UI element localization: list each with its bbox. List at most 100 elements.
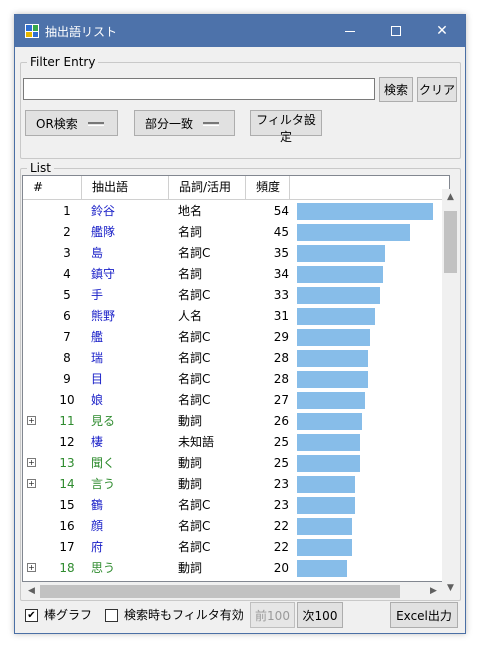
row-word: 艦 xyxy=(91,330,104,344)
column-header-pos[interactable]: 品詞/活用 xyxy=(169,176,246,200)
column-header-word[interactable]: 抽出語 xyxy=(82,176,169,200)
vertical-scroll-thumb[interactable] xyxy=(444,211,457,273)
row-word: 熊野 xyxy=(91,309,116,323)
table-row[interactable]: 15 鶴 名詞C 23 xyxy=(23,495,443,516)
row-word: 思う xyxy=(91,561,116,575)
row-word: 目 xyxy=(91,372,104,386)
horizontal-scroll-thumb[interactable] xyxy=(40,585,400,598)
minimize-icon xyxy=(345,30,355,32)
search-mode-dropdown[interactable]: OR検索 xyxy=(25,110,118,136)
row-pos: 名詞C xyxy=(178,540,211,554)
row-number: 8 xyxy=(63,351,71,365)
scroll-down-icon[interactable]: ▼ xyxy=(442,580,459,597)
row-pos: 名詞C xyxy=(178,393,211,407)
row-frequency: 25 xyxy=(273,435,289,449)
table-row[interactable]: 7 艦 名詞C 29 xyxy=(23,327,443,348)
row-word: 鈴谷 xyxy=(91,204,116,218)
close-button[interactable]: ✕ xyxy=(419,15,465,47)
search-input[interactable] xyxy=(23,78,375,100)
match-mode-label: 部分一致 xyxy=(145,116,194,131)
next-100-button[interactable]: 次100 xyxy=(297,602,343,628)
column-header-frequency[interactable]: 頻度 xyxy=(246,176,290,200)
table-row[interactable]: 2 艦隊 名詞 45 xyxy=(23,222,443,243)
frequency-bar xyxy=(297,245,385,262)
table-row[interactable]: 1 鈴谷 地名 54 xyxy=(23,201,443,222)
table-row[interactable]: 9 目 名詞C 28 xyxy=(23,369,443,390)
expand-plus-icon[interactable]: + xyxy=(27,479,36,488)
clear-button[interactable]: クリア xyxy=(417,77,457,102)
row-number: 7 xyxy=(63,330,71,344)
match-mode-dropdown[interactable]: 部分一致 xyxy=(134,110,235,136)
frequency-bar xyxy=(297,413,362,430)
row-number: 13 xyxy=(59,456,75,470)
row-pos: 動詞 xyxy=(178,456,203,470)
row-word: 娘 xyxy=(91,393,104,407)
table-row[interactable]: +13 聞く 動詞 25 xyxy=(23,453,443,474)
bar-graph-checkbox[interactable]: ✔ 棒グラフ xyxy=(25,607,92,623)
minimize-button[interactable] xyxy=(327,15,373,47)
table-row[interactable]: 10 娘 名詞C 27 xyxy=(23,390,443,411)
row-word: 艦隊 xyxy=(91,225,116,239)
frequency-bar xyxy=(297,560,347,577)
scroll-up-icon[interactable]: ▲ xyxy=(442,189,459,206)
grid-header: # 抽出語 品詞/活用 頻度 xyxy=(23,176,449,200)
filter-on-search-box-icon xyxy=(105,609,118,622)
row-frequency: 33 xyxy=(273,288,289,302)
expand-plus-icon[interactable]: + xyxy=(27,458,36,467)
row-number: 4 xyxy=(63,267,71,281)
bar-graph-label: 棒グラフ xyxy=(44,608,93,622)
frequency-bar xyxy=(297,224,410,241)
row-word: 鎮守 xyxy=(91,267,116,281)
maximize-button[interactable] xyxy=(373,15,419,47)
dropdown-indicator-icon xyxy=(203,122,220,126)
row-frequency: 35 xyxy=(273,246,289,260)
row-number: 3 xyxy=(63,246,71,260)
frequency-bar xyxy=(297,203,433,220)
frequency-bar xyxy=(297,434,360,451)
column-header-number[interactable]: # xyxy=(23,176,82,200)
frequency-bar xyxy=(297,308,375,325)
table-row[interactable]: 5 手 名詞C 33 xyxy=(23,285,443,306)
search-button[interactable]: 検索 xyxy=(379,77,413,102)
vertical-scrollbar[interactable]: ▲ ▼ xyxy=(442,189,459,597)
expand-plus-icon[interactable]: + xyxy=(27,563,36,572)
prev-100-button[interactable]: 前100 xyxy=(250,602,295,628)
app-icon xyxy=(25,24,39,38)
row-word: 府 xyxy=(91,540,104,554)
scroll-right-icon[interactable]: ▶ xyxy=(425,583,442,600)
table-row[interactable]: 3 島 名詞C 35 xyxy=(23,243,443,264)
maximize-icon xyxy=(391,26,401,36)
frequency-bar xyxy=(297,371,368,388)
excel-export-button[interactable]: Excel出力 xyxy=(390,602,458,628)
table-row[interactable]: 4 鎮守 名詞 34 xyxy=(23,264,443,285)
filter-on-search-checkbox[interactable]: 検索時もフィルタ有効 xyxy=(105,607,244,623)
horizontal-scrollbar[interactable]: ◀ ▶ xyxy=(23,583,442,600)
table-row[interactable]: 17 府 名詞C 22 xyxy=(23,537,443,558)
table-row[interactable]: 12 棲 未知語 25 xyxy=(23,432,443,453)
table-row[interactable]: +18 思う 動詞 20 xyxy=(23,558,443,579)
filter-settings-button[interactable]: フィルタ設定 xyxy=(250,110,322,144)
row-pos: 名詞C xyxy=(178,498,211,512)
frequency-bar xyxy=(297,350,368,367)
row-number: 1 xyxy=(63,204,71,218)
list-legend: List xyxy=(30,161,51,175)
table-row[interactable]: +11 見る 動詞 26 xyxy=(23,411,443,432)
window-title: 抽出語リスト xyxy=(45,25,118,39)
frequency-bar xyxy=(297,518,352,535)
row-pos: 名詞C xyxy=(178,246,211,260)
frequency-bar xyxy=(297,539,352,556)
row-frequency: 23 xyxy=(273,498,289,512)
word-list-grid[interactable]: # 抽出語 品詞/活用 頻度 1 鈴谷 地名 54 2 艦隊 名詞 45 3 島名詞C 35 4 鎮守名… xyxy=(22,175,450,582)
row-pos: 動詞 xyxy=(178,561,203,575)
table-row[interactable]: 6 熊野 人名 31 xyxy=(23,306,443,327)
row-pos: 地名 xyxy=(178,204,203,218)
table-row[interactable]: 16 顔 名詞C 22 xyxy=(23,516,443,537)
title-bar[interactable]: 抽出語リスト ✕ xyxy=(15,15,465,47)
table-row[interactable]: +14 言う 動詞 23 xyxy=(23,474,443,495)
frequency-bar xyxy=(297,455,360,472)
scroll-left-icon[interactable]: ◀ xyxy=(23,583,40,600)
row-pos: 名詞C xyxy=(178,372,211,386)
table-row[interactable]: 8 瑞 名詞C 28 xyxy=(23,348,443,369)
expand-plus-icon[interactable]: + xyxy=(27,416,36,425)
filter-entry-legend: Filter Entry xyxy=(30,55,96,69)
